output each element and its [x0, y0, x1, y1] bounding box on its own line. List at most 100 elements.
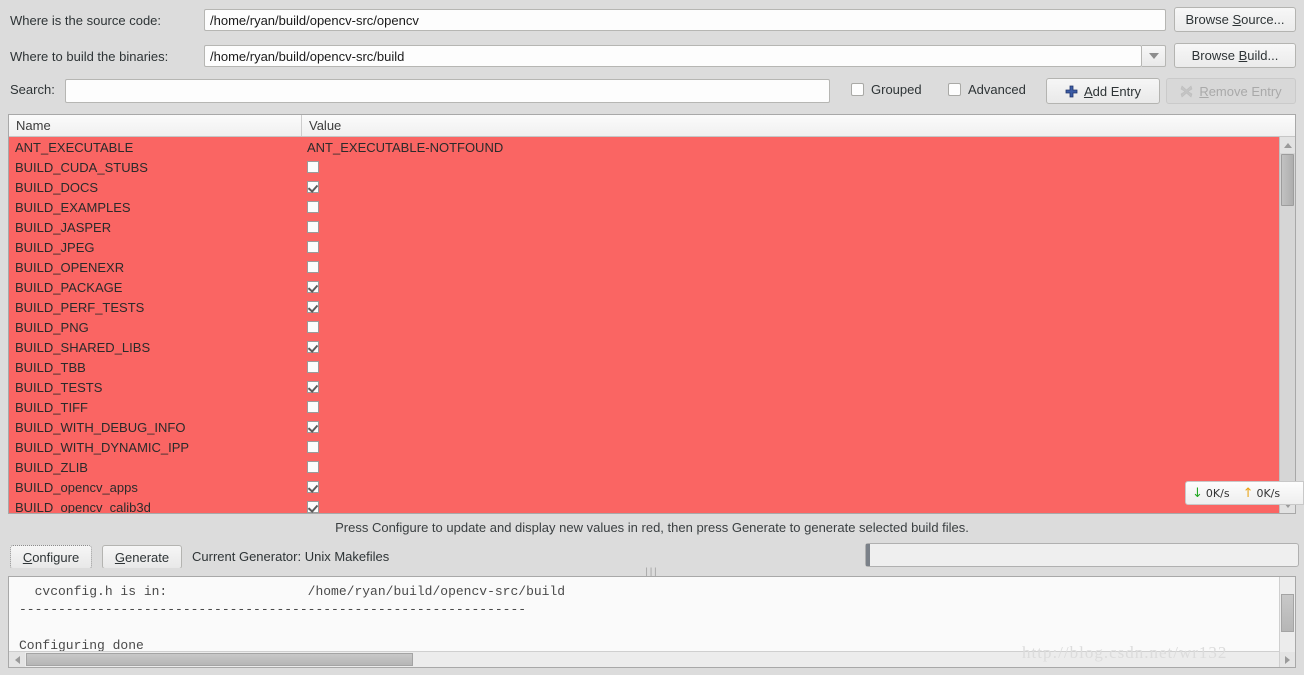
configure-button[interactable]: Configure — [10, 545, 92, 569]
checkbox-icon[interactable] — [307, 321, 319, 333]
checkbox-checked-icon[interactable] — [307, 301, 319, 313]
cache-variable-value[interactable] — [301, 341, 1279, 353]
cache-variable-name: BUILD_WITH_DYNAMIC_IPP — [15, 439, 190, 455]
build-path-label: Where to build the binaries: — [10, 48, 169, 64]
scrollbar-thumb[interactable] — [1281, 154, 1294, 206]
remove-entry-label: Remove Entry — [1199, 83, 1282, 99]
cache-variable-value[interactable] — [301, 401, 1279, 413]
table-row[interactable]: BUILD_CUDA_STUBS — [9, 157, 1279, 177]
checkbox-checked-icon[interactable] — [307, 381, 319, 393]
cache-variable-value[interactable] — [301, 441, 1279, 453]
build-path-dropdown-button[interactable] — [1142, 45, 1166, 67]
cache-variable-name: BUILD_SHARED_LIBS — [15, 339, 151, 355]
cache-variable-value[interactable] — [301, 321, 1279, 333]
checkbox-icon[interactable] — [307, 401, 319, 413]
browse-build-button[interactable]: Browse Build... — [1174, 43, 1296, 68]
splitter-handle[interactable]: ||| — [0, 567, 1304, 576]
scroll-left-button[interactable] — [9, 652, 25, 667]
cache-variable-value[interactable] — [301, 501, 1279, 513]
cache-variable-name: BUILD_PERF_TESTS — [15, 299, 145, 315]
table-row[interactable]: BUILD_TIFF — [9, 397, 1279, 417]
column-header-value[interactable]: Value — [301, 115, 1295, 136]
table-row[interactable]: BUILD_ZLIB — [9, 457, 1279, 477]
log-horizontal-scrollbar[interactable] — [9, 651, 1279, 667]
cache-variable-value[interactable] — [301, 201, 1279, 213]
cache-variable-value[interactable] — [301, 181, 1279, 193]
table-vertical-scrollbar[interactable] — [1279, 137, 1295, 513]
arrow-down-icon: ↓ — [1192, 485, 1203, 501]
table-row[interactable]: BUILD_EXAMPLES — [9, 197, 1279, 217]
checkbox-checked-icon[interactable] — [307, 421, 319, 433]
checkbox-icon[interactable] — [307, 241, 319, 253]
checkbox-icon[interactable] — [307, 441, 319, 453]
cache-variable-value[interactable] — [301, 421, 1279, 433]
progress-bar — [865, 543, 1299, 567]
checkbox-icon[interactable] — [307, 201, 319, 213]
checkbox-icon[interactable] — [307, 261, 319, 273]
scrollbar-thumb[interactable] — [26, 653, 413, 666]
generate-button[interactable]: Generate — [102, 545, 182, 569]
search-input[interactable] — [65, 79, 830, 103]
cache-variable-value[interactable] — [301, 461, 1279, 473]
log-output-panel: cvconfig.h is in: /home/ryan/build/openc… — [8, 576, 1296, 668]
browse-build-label: Browse Build... — [1191, 48, 1279, 63]
checkbox-icon[interactable] — [307, 221, 319, 233]
checkbox-checked-icon[interactable] — [307, 501, 319, 513]
table-row[interactable]: BUILD_JASPER — [9, 217, 1279, 237]
table-row[interactable]: BUILD_SHARED_LIBS — [9, 337, 1279, 357]
table-row[interactable]: BUILD_TESTS — [9, 377, 1279, 397]
table-row[interactable]: BUILD_opencv_apps — [9, 477, 1279, 497]
source-path-row: Where is the source code: /home/ryan/bui… — [0, 6, 1304, 34]
cache-variable-value[interactable] — [301, 361, 1279, 373]
browse-source-button[interactable]: Browse Source... — [1174, 7, 1296, 32]
source-path-input[interactable]: /home/ryan/build/opencv-src/opencv — [204, 9, 1166, 31]
log-vertical-scrollbar[interactable] — [1279, 577, 1295, 667]
cache-variable-value[interactable] — [301, 301, 1279, 313]
table-row[interactable]: BUILD_PNG — [9, 317, 1279, 337]
cache-variable-name: BUILD_PACKAGE — [15, 279, 123, 295]
table-row[interactable]: ANT_EXECUTABLE ANT_EXECUTABLE-NOTFOUND — [9, 137, 1279, 157]
column-header-name[interactable]: Name — [9, 115, 301, 136]
log-output-text[interactable]: cvconfig.h is in: /home/ryan/build/openc… — [9, 577, 1279, 653]
cache-variable-value[interactable] — [301, 161, 1279, 173]
cache-variable-value[interactable] — [301, 381, 1279, 393]
checkbox-checked-icon[interactable] — [307, 481, 319, 493]
table-row[interactable]: BUILD_PACKAGE — [9, 277, 1279, 297]
scrollbar-thumb[interactable] — [1281, 594, 1294, 632]
cache-variable-value[interactable] — [301, 481, 1279, 493]
scroll-up-button[interactable] — [1280, 137, 1295, 153]
checkbox-icon[interactable] — [307, 161, 319, 173]
checkbox-icon[interactable] — [307, 361, 319, 373]
checkbox-checked-icon[interactable] — [307, 281, 319, 293]
triangle-left-icon — [14, 655, 20, 664]
cache-variable-value[interactable]: ANT_EXECUTABLE-NOTFOUND — [301, 140, 1279, 155]
cache-variable-name: BUILD_JASPER — [15, 219, 112, 235]
add-entry-button[interactable]: Add Entry — [1046, 78, 1160, 104]
advanced-checkbox[interactable]: Advanced — [948, 82, 1026, 97]
remove-entry-button[interactable]: Remove Entry — [1166, 78, 1296, 104]
cache-variable-value[interactable] — [301, 281, 1279, 293]
cache-variable-value[interactable] — [301, 221, 1279, 233]
build-path-input[interactable]: /home/ryan/build/opencv-src/build — [204, 45, 1142, 67]
checkbox-checked-icon[interactable] — [307, 341, 319, 353]
checkbox-icon — [948, 83, 961, 96]
scroll-right-button[interactable] — [1280, 652, 1295, 667]
checkbox-checked-icon[interactable] — [307, 181, 319, 193]
table-row[interactable]: BUILD_WITH_DYNAMIC_IPP — [9, 437, 1279, 457]
cache-variable-name: BUILD_JPEG — [15, 239, 95, 255]
table-row[interactable]: BUILD_opencv_calib3d — [9, 497, 1279, 513]
table-row[interactable]: BUILD_OPENEXR — [9, 257, 1279, 277]
table-row[interactable]: BUILD_DOCS — [9, 177, 1279, 197]
checkbox-icon — [851, 83, 864, 96]
table-body: ANT_EXECUTABLE ANT_EXECUTABLE-NOTFOUND BUI… — [9, 137, 1279, 513]
cache-variables-table: Name Value ANT_EXECUTABLE ANT_EXECUTABLE-… — [8, 114, 1296, 514]
table-row[interactable]: BUILD_TBB — [9, 357, 1279, 377]
checkbox-icon[interactable] — [307, 461, 319, 473]
table-row[interactable]: BUILD_JPEG — [9, 237, 1279, 257]
cache-variable-value[interactable] — [301, 241, 1279, 253]
cache-variable-name: BUILD_PNG — [15, 319, 89, 335]
grouped-checkbox[interactable]: Grouped — [851, 82, 922, 97]
cache-variable-value[interactable] — [301, 261, 1279, 273]
table-row[interactable]: BUILD_WITH_DEBUG_INFO — [9, 417, 1279, 437]
table-row[interactable]: BUILD_PERF_TESTS — [9, 297, 1279, 317]
